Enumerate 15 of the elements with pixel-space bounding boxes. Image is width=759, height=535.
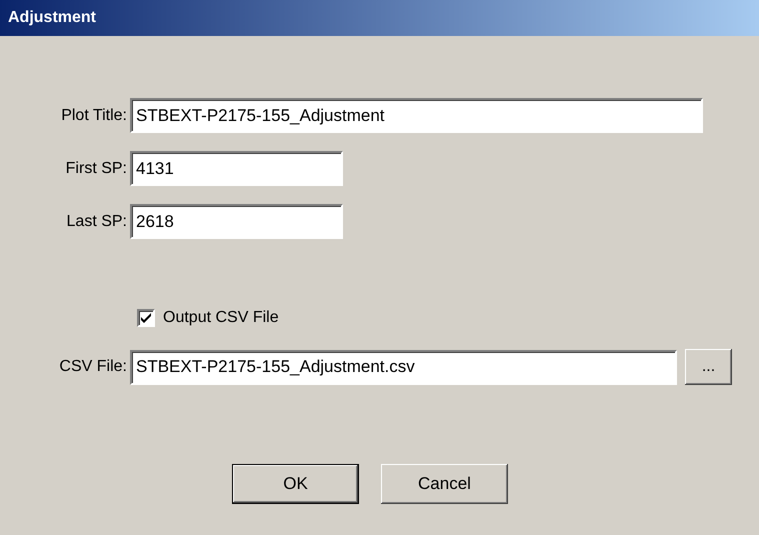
check-icon [140,312,152,324]
checkbox-label: Output CSV File [163,309,279,327]
field-label: Last SP: [66,212,128,230]
field-label: Plot Title: [60,106,128,124]
window-title: Adjustment [8,9,96,27]
field-label: First SP: [64,160,128,178]
text-field[interactable]: 2618 [130,204,343,239]
dialog-button[interactable]: OK [232,464,359,504]
text-field[interactable]: STBEXT-P2175-155_Adjustment [130,98,703,133]
browse-button[interactable]: ... [685,349,732,385]
field-label: CSV File: [58,358,128,376]
text-field[interactable]: STBEXT-P2175-155_Adjustment.csv [130,350,677,384]
checkbox[interactable] [137,309,155,327]
dialog-button[interactable]: Cancel [381,464,508,504]
text-field[interactable]: 4131 [130,151,343,186]
